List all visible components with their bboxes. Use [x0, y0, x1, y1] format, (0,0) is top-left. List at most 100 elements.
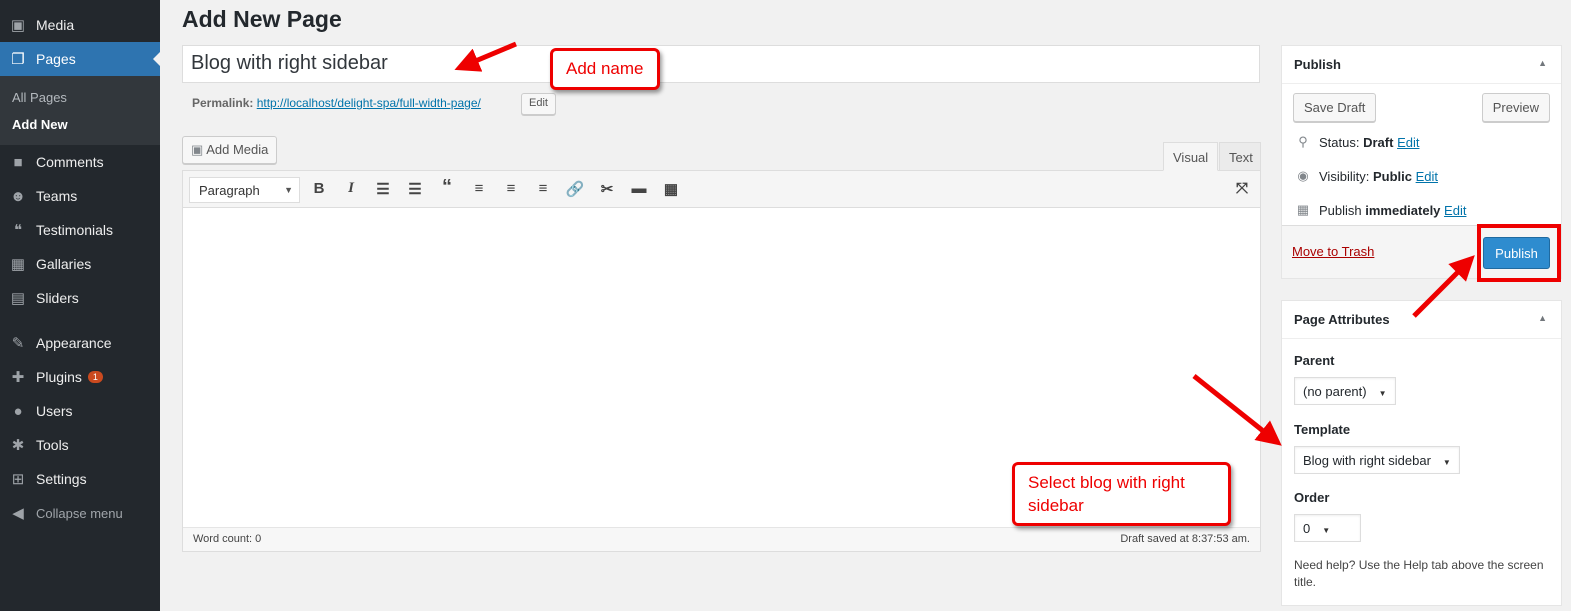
page-attributes-box: Page Attributes ▲ Parent (no parent) Temp… — [1281, 300, 1562, 606]
menu-label: Teams — [36, 188, 78, 204]
parent-select[interactable]: (no parent) — [1294, 377, 1396, 405]
word-count: Word count: 0 — [193, 533, 262, 545]
annotation-select-template: Select blog with right sidebar — [1012, 462, 1231, 526]
permalink-link[interactable]: http://localhost/delight-spa/full-width-… — [257, 96, 481, 110]
template-select[interactable]: Blog with right sidebar — [1294, 446, 1460, 474]
bold-icon[interactable]: B — [309, 180, 329, 197]
eye-icon: ◉ — [1297, 168, 1309, 183]
status-label: Status: — [1319, 134, 1360, 150]
blockquote-icon[interactable]: “ — [437, 176, 457, 199]
annotation-add-name: Add name — [550, 48, 660, 90]
menu-label: Pages — [36, 51, 76, 67]
menu-sliders[interactable]: ▤ Sliders — [0, 281, 160, 315]
menu-pages[interactable]: ❐ Pages — [0, 42, 160, 76]
collapse-icon: ◀ — [12, 505, 24, 522]
tools-icon: ✱ — [11, 437, 25, 454]
testimonials-icon: ❝ — [13, 222, 23, 239]
edit-schedule-link[interactable]: Edit — [1444, 203, 1466, 218]
calendar-icon: ▦ — [1296, 202, 1310, 217]
menu-label: Plugins — [36, 369, 82, 385]
bulleted-list-icon[interactable]: ☰ — [373, 180, 393, 198]
toolbar-toggle-icon[interactable]: ▦ — [661, 180, 681, 198]
sliders-icon: ▤ — [10, 290, 26, 307]
italic-icon[interactable]: I — [341, 180, 361, 197]
collapse-toggle-icon[interactable]: ▲ — [1538, 313, 1547, 323]
fullscreen-icon[interactable]: ⤧ — [1232, 180, 1252, 197]
move-to-trash-link[interactable]: Move to Trash — [1292, 244, 1374, 259]
settings-icon: ⊞ — [11, 471, 25, 488]
order-label: Order — [1294, 490, 1330, 505]
menu-label: Sliders — [36, 290, 79, 306]
collapse-toggle-icon[interactable]: ▲ — [1538, 58, 1547, 68]
menu-label: Appearance — [36, 335, 112, 351]
submenu-all-pages[interactable]: All Pages — [12, 90, 67, 105]
visibility-row: ◉ Visibility: Public Edit — [1294, 168, 1438, 184]
menu-label: Users — [36, 403, 73, 419]
parent-value: (no parent) — [1303, 384, 1367, 399]
publish-box-header[interactable]: Publish ▲ — [1282, 46, 1561, 84]
admin-sidebar: ▣ Media ❐ Pages All Pages Add New ■ Comment… — [0, 0, 160, 611]
read-more-icon[interactable]: ▬ — [629, 180, 649, 197]
status-value: Draft — [1363, 134, 1394, 150]
menu-label: Gallaries — [36, 256, 92, 272]
menu-users[interactable]: ● Users — [0, 394, 160, 428]
edit-visibility-link[interactable]: Edit — [1416, 169, 1438, 184]
tab-text[interactable]: Text — [1219, 142, 1261, 171]
pin-icon: ⚲ — [1298, 134, 1308, 149]
menu-appearance[interactable]: ✎ Appearance — [0, 326, 160, 360]
menu-settings[interactable]: ⊞ Settings — [0, 462, 160, 496]
schedule-label: Publish — [1319, 202, 1362, 218]
permalink: Permalink: http://localhost/delight-spa/… — [192, 96, 481, 110]
preview-button[interactable]: Preview — [1481, 93, 1550, 122]
edit-status-link[interactable]: Edit — [1397, 135, 1419, 150]
help-text: Need help? Use the Help tab above the sc… — [1294, 558, 1544, 589]
page-attributes-title: Page Attributes — [1294, 312, 1390, 327]
permalink-label: Permalink: — [192, 96, 254, 110]
numbered-list-icon[interactable]: ☰ — [405, 180, 425, 198]
link-icon[interactable]: 🔗 — [565, 180, 585, 198]
annotation-publish-highlight — [1477, 224, 1561, 282]
submenu-add-new[interactable]: Add New — [12, 117, 68, 132]
unlink-icon[interactable]: ✂ — [597, 180, 617, 198]
parent-label: Parent — [1294, 353, 1335, 368]
menu-label: Settings — [36, 471, 87, 487]
align-right-icon[interactable]: ≡ — [533, 180, 553, 197]
schedule-row: ▦ Publish immediately Edit — [1294, 202, 1467, 218]
pages-submenu: All Pages Add New — [0, 76, 160, 145]
comments-icon: ■ — [13, 153, 23, 171]
template-value: Blog with right sidebar — [1303, 453, 1431, 468]
edit-permalink-button[interactable]: Edit — [521, 93, 556, 115]
menu-label: Comments — [36, 154, 104, 170]
menu-teams[interactable]: ☻ Teams — [0, 179, 160, 213]
menu-label: Testimonials — [36, 222, 114, 238]
menu-media[interactable]: ▣ Media — [0, 8, 160, 42]
page-title: Add New Page — [182, 6, 342, 32]
menu-plugins[interactable]: ✚ Plugins 1 — [0, 360, 160, 394]
menu-comments[interactable]: ■ Comments — [0, 145, 160, 179]
menu-testimonials[interactable]: ❝ Testimonials — [0, 213, 160, 247]
status-row: ⚲ Status: Draft Edit — [1294, 134, 1419, 150]
menu-label: Media — [36, 17, 75, 33]
plugins-icon: ✚ — [11, 369, 25, 386]
add-media-label: Add Media — [206, 142, 269, 157]
add-media-button[interactable]: ▣ Add Media — [182, 136, 278, 164]
editor-toolbar: Paragraph B I ☰ ☰ “ ≡ ≡ ≡ 🔗 ✂ ▬ ▦ ⤧ — [183, 171, 1260, 208]
page-attributes-header[interactable]: Page Attributes ▲ — [1282, 301, 1561, 339]
visibility-label: Visibility: — [1319, 168, 1370, 184]
format-select[interactable]: Paragraph — [189, 177, 300, 203]
align-center-icon[interactable]: ≡ — [501, 180, 521, 197]
order-input[interactable]: 0 — [1294, 514, 1361, 542]
collapse-menu[interactable]: ◀ Collapse menu — [0, 496, 160, 530]
publish-box-title: Publish — [1294, 57, 1341, 72]
menu-tools[interactable]: ✱ Tools — [0, 428, 160, 462]
save-draft-button[interactable]: Save Draft — [1293, 93, 1377, 122]
menu-gallaries[interactable]: ▦ Gallaries — [0, 247, 160, 281]
visibility-value: Public — [1372, 168, 1412, 184]
schedule-value: immediately — [1365, 202, 1441, 218]
menu-label: Collapse menu — [36, 505, 123, 521]
post-title-input[interactable]: Blog with right sidebar — [182, 45, 1260, 83]
tab-visual[interactable]: Visual — [1163, 142, 1219, 171]
align-left-icon[interactable]: ≡ — [469, 180, 489, 197]
menu-label: Tools — [36, 437, 69, 453]
draft-saved-status: Draft saved at 8:37:53 am. — [1120, 533, 1250, 545]
